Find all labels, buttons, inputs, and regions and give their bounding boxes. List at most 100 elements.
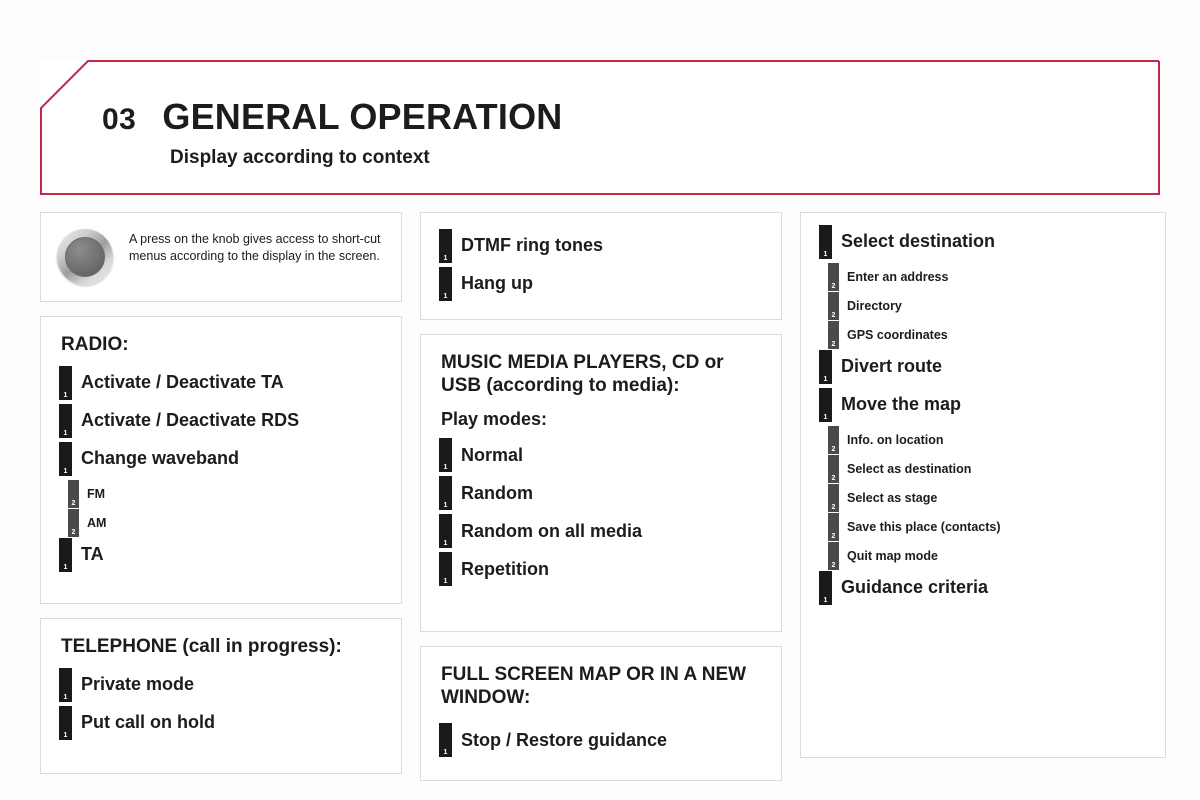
list-item[interactable]: 2 Select as destination [819, 455, 1149, 483]
level-badge: 2 [828, 263, 839, 291]
level-badge: 1 [59, 668, 72, 703]
list-item-label: Repetition [461, 558, 549, 579]
map-section-title: FULL SCREEN MAP OR IN A NEW WINDOW: [441, 664, 747, 709]
list-item-label: Put call on hold [81, 712, 215, 733]
list-item[interactable]: 2 Save this place (contacts) [819, 513, 1149, 541]
phone-actions-panel: 1 DTMF ring tones 1 Hang up [420, 212, 782, 320]
level-badge: 1 [439, 723, 452, 758]
list-item-label: TA [81, 544, 104, 565]
level-badge: 1 [819, 388, 832, 422]
level-badge: 1 [439, 476, 452, 511]
list-item-label: Quit map mode [847, 548, 938, 563]
list-item-label: Random on all media [461, 520, 643, 541]
list-item[interactable]: 1 Activate / Deactivate RDS [59, 404, 385, 439]
right-column: 1 Select destination 2 Enter an address … [800, 212, 1166, 781]
radio-panel: RADIO: 1 Activate / Deactivate TA 1 Acti… [40, 316, 402, 604]
level-badge: 2 [828, 484, 839, 512]
level-badge: 1 [439, 438, 452, 473]
list-item[interactable]: 2 AM [59, 509, 385, 538]
level-badge: 2 [68, 480, 79, 509]
media-panel: MUSIC MEDIA PLAYERS, CD or USB (accordin… [420, 334, 782, 632]
list-item[interactable]: 1 Private mode [59, 668, 385, 703]
level-badge: 2 [828, 292, 839, 320]
level-badge: 2 [828, 513, 839, 541]
list-item[interactable]: 1 Repetition [439, 552, 765, 587]
list-item-label: Select as destination [847, 461, 972, 476]
list-item-label: Hang up [461, 273, 533, 294]
middle-column: 1 DTMF ring tones 1 Hang up MUSIC MEDIA … [420, 212, 782, 781]
navigation-panel: 1 Select destination 2 Enter an address … [800, 212, 1166, 758]
chapter-number: 03 [102, 103, 137, 136]
list-item-label: Save this place (contacts) [847, 519, 1001, 534]
list-item[interactable]: 2 Info. on location [819, 426, 1149, 454]
level-badge: 2 [68, 509, 79, 538]
list-item[interactable]: 1 Normal [439, 438, 765, 473]
list-item[interactable]: 2 Directory [819, 292, 1149, 320]
list-item[interactable]: 2 Enter an address [819, 263, 1149, 291]
level-badge: 1 [439, 267, 452, 301]
list-item[interactable]: 2 GPS coordinates [819, 321, 1149, 349]
radio-section-title: RADIO: [61, 334, 129, 355]
rotary-knob-center [65, 237, 105, 277]
list-item[interactable]: 1 Change waveband [59, 442, 385, 477]
media-subsection-title: Play modes: [441, 409, 548, 430]
level-badge: 2 [828, 321, 839, 349]
list-item-label: GPS coordinates [847, 327, 948, 342]
list-item[interactable]: 1 Select destination [819, 225, 1149, 259]
list-item-label: Change waveband [81, 448, 240, 469]
level-badge: 1 [59, 404, 72, 439]
telephone-panel: TELEPHONE (call in progress): 1 Private … [40, 618, 402, 774]
telephone-section-title: TELEPHONE (call in progress): [61, 636, 342, 657]
level-badge: 2 [828, 426, 839, 454]
rotary-knob-icon [57, 229, 113, 285]
list-item[interactable]: 1 DTMF ring tones [439, 229, 765, 263]
list-item[interactable]: 1 Stop / Restore guidance [439, 723, 765, 758]
list-item-label: Directory [847, 298, 902, 313]
page-subtitle: Display according to context [170, 147, 430, 168]
list-item-label: FM [87, 486, 106, 501]
list-item[interactable]: 1 Divert route [819, 350, 1149, 384]
list-item[interactable]: 1 TA [59, 538, 385, 573]
list-item[interactable]: 1 Activate / Deactivate TA [59, 366, 385, 401]
level-badge: 1 [439, 552, 452, 587]
level-badge: 1 [819, 571, 832, 605]
list-item[interactable]: 1 Random on all media [439, 514, 765, 549]
list-item[interactable]: 1 Hang up [439, 267, 765, 301]
manual-page: 03 GENERAL OPERATION Display according t… [0, 0, 1200, 800]
list-item-label: Normal [461, 444, 524, 465]
page-title: GENERAL OPERATION [162, 96, 563, 137]
chapter-header: 03 GENERAL OPERATION Display according t… [40, 60, 1160, 195]
level-badge: 2 [828, 455, 839, 483]
list-item-label: Divert route [841, 356, 943, 377]
level-badge: 1 [439, 514, 452, 549]
level-badge: 1 [439, 229, 452, 263]
fullscreen-map-panel: FULL SCREEN MAP OR IN A NEW WINDOW: 1 St… [420, 646, 782, 781]
list-item-label: Activate / Deactivate RDS [81, 410, 300, 431]
knob-note-panel: A press on the knob gives access to shor… [40, 212, 402, 302]
list-item-label: Move the map [841, 394, 962, 415]
list-item[interactable]: 1 Random [439, 476, 765, 511]
list-item[interactable]: 2 FM [59, 480, 385, 509]
level-badge: 1 [59, 366, 72, 401]
left-column: A press on the knob gives access to shor… [40, 212, 402, 781]
list-item-label: Select destination [841, 231, 996, 252]
list-item-label: Activate / Deactivate TA [81, 372, 284, 393]
level-badge: 1 [59, 442, 72, 477]
list-item-label: AM [87, 515, 107, 530]
list-item[interactable]: 1 Guidance criteria [819, 571, 1149, 605]
level-badge: 1 [819, 350, 832, 384]
list-item[interactable]: 1 Move the map [819, 388, 1149, 422]
list-item[interactable]: 1 Put call on hold [59, 706, 385, 741]
list-item-label: Info. on location [847, 432, 944, 447]
list-item[interactable]: 2 Select as stage [819, 484, 1149, 512]
level-badge: 1 [819, 225, 832, 259]
list-item-label: DTMF ring tones [461, 235, 603, 256]
content-columns: A press on the knob gives access to shor… [40, 212, 1168, 781]
list-item-label: Enter an address [847, 269, 949, 284]
list-item-label: Stop / Restore guidance [461, 729, 668, 750]
list-item[interactable]: 2 Quit map mode [819, 542, 1149, 570]
level-badge: 1 [59, 538, 72, 573]
level-badge: 1 [59, 706, 72, 741]
list-item-label: Select as stage [847, 490, 938, 505]
list-item-label: Guidance criteria [841, 577, 989, 598]
